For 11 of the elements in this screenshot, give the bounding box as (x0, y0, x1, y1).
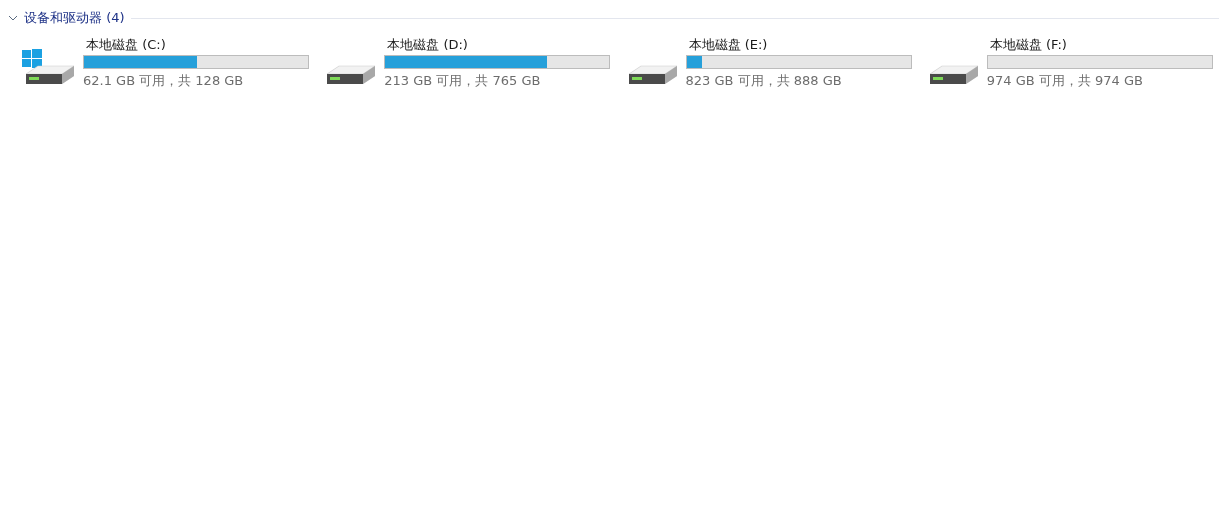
free-space-text: 213 GB 可用，共 765 GB (384, 72, 542, 90)
drive-name[interactable]: 本地磁盘 (C:) (86, 36, 309, 53)
windows-logo-icon (22, 49, 42, 68)
drive-name[interactable]: 本地磁盘 (E:) (688, 36, 912, 53)
free-space-text: 823 GB 可用，共 888 GB (685, 72, 843, 90)
chevron-icon[interactable] (8, 13, 18, 23)
drive-name[interactable]: 本地磁盘 (F:) (989, 36, 1213, 53)
free-space-text: 974 GB 可用，共 974 GB (986, 72, 1144, 90)
group-title[interactable]: 设备和驱动器 (4) (24, 9, 125, 27)
free-space-text: 62.1 GB 可用，共 128 GB (83, 72, 245, 90)
drive-name[interactable]: 本地磁盘 (D:) (387, 36, 611, 53)
